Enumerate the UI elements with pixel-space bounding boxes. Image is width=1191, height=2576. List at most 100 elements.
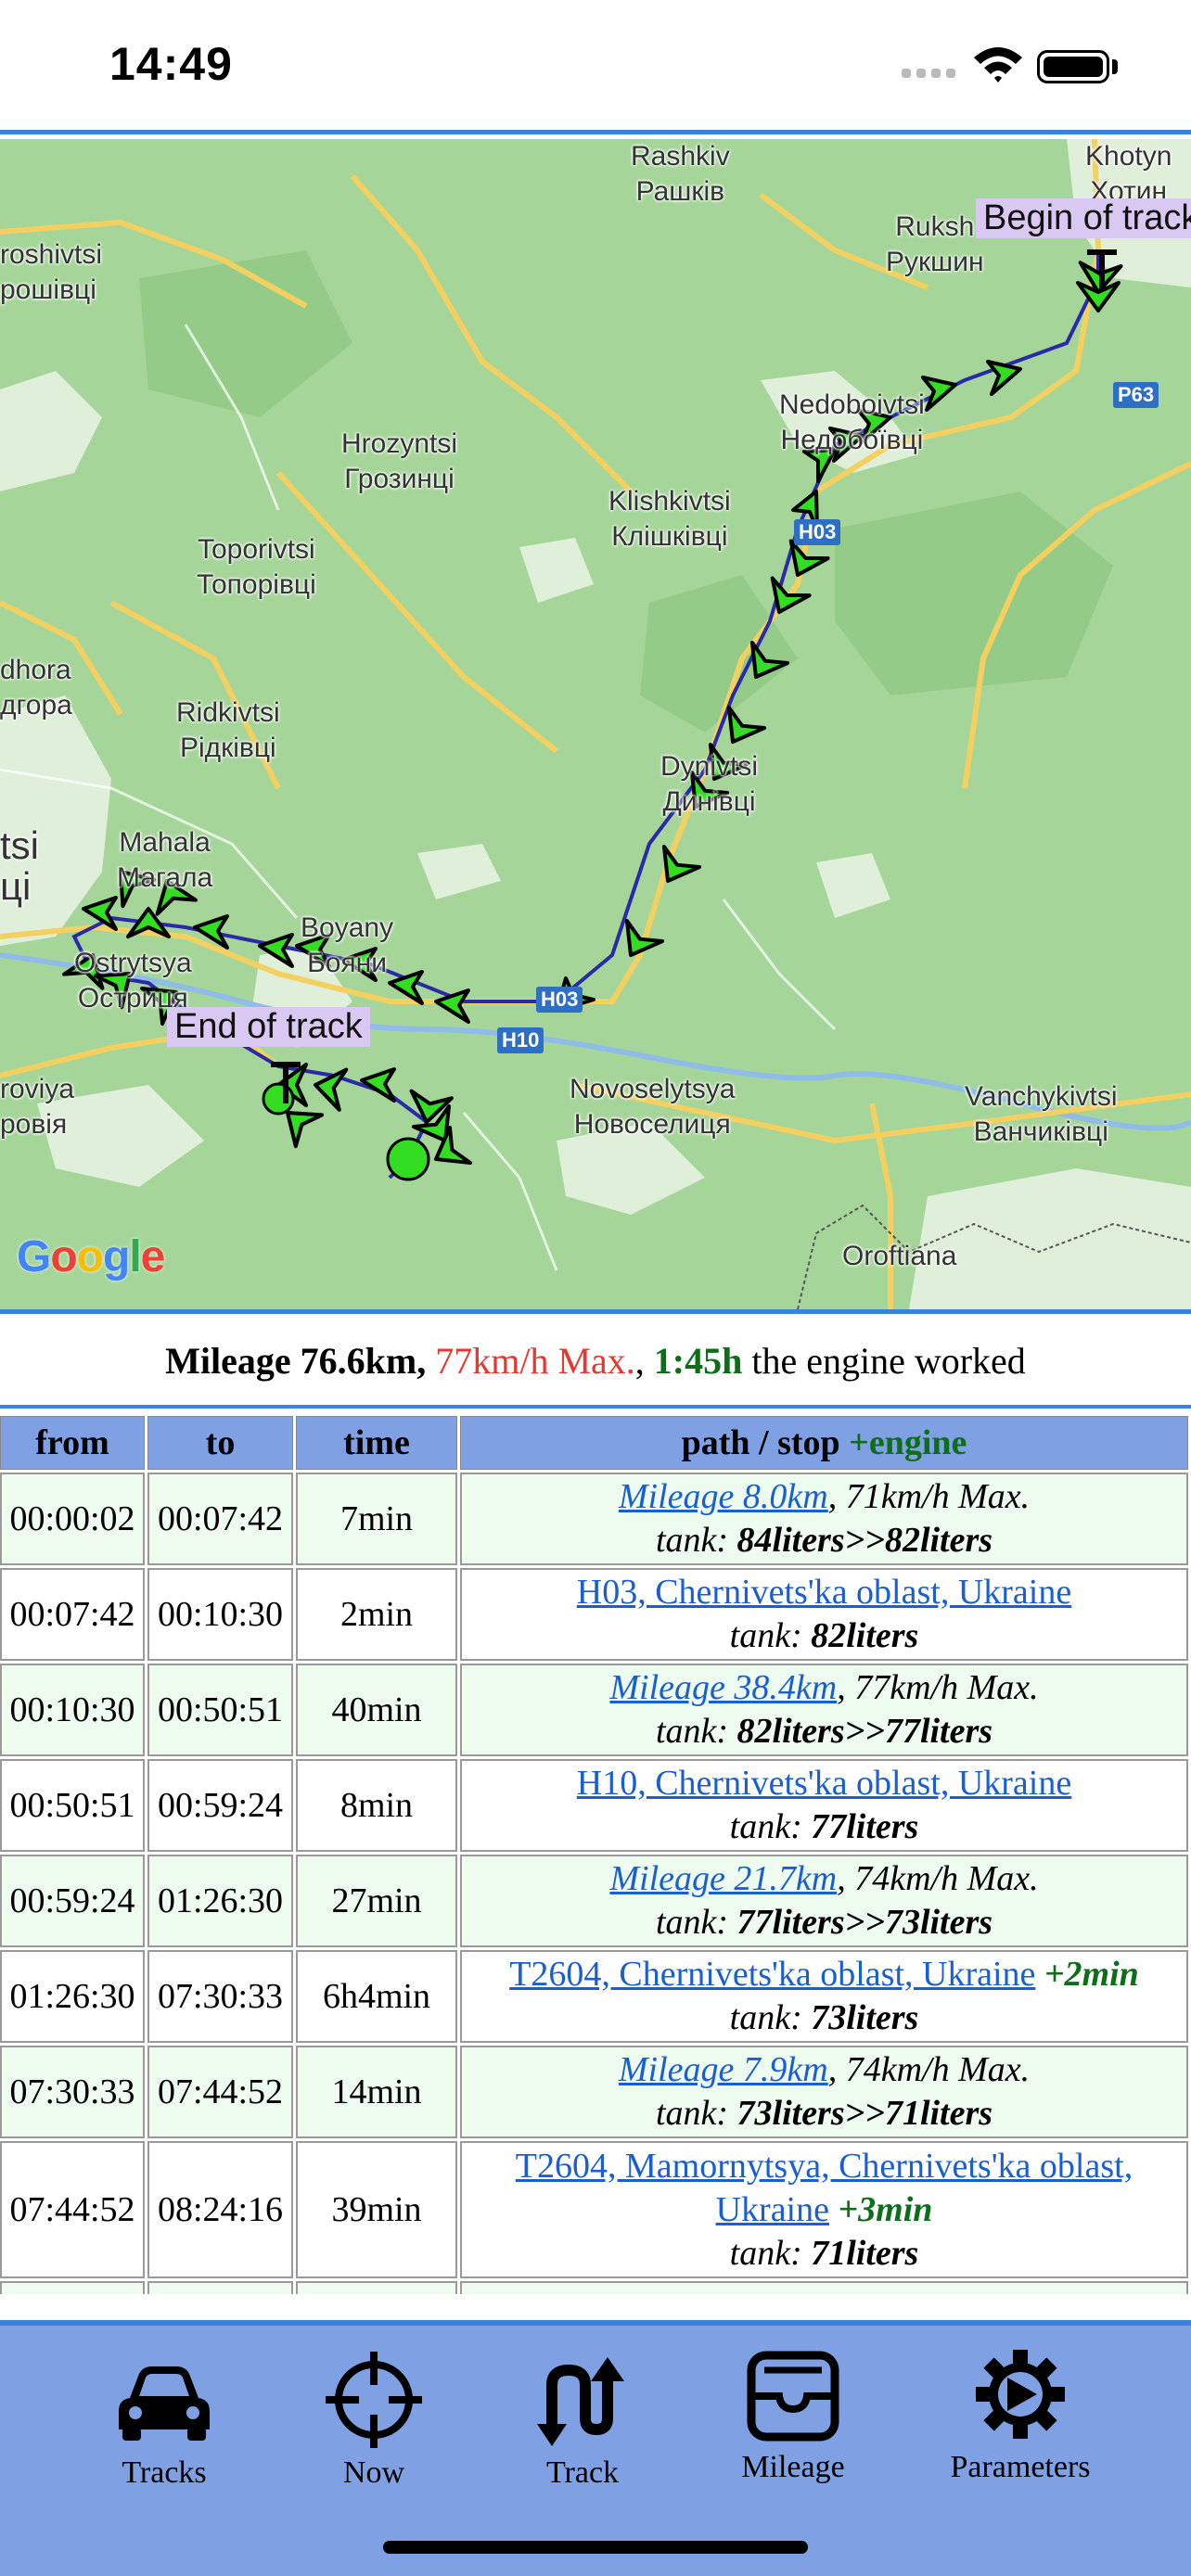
cell-path: T2604, Mamornytsya, Chernivets'ka oblast… xyxy=(460,2141,1188,2278)
path-detail: , 77km/h Max. xyxy=(837,1668,1039,1707)
car-icon xyxy=(119,2366,210,2441)
tab-now[interactable]: Now xyxy=(323,2344,425,2491)
tank-label: tank: xyxy=(655,1903,729,1942)
wifi-icon xyxy=(974,47,1022,83)
cell-path: Mileage 21.7km, 74km/h Max. tank: 77liter… xyxy=(460,1855,1188,1947)
tank-value: 82liters>>77liters xyxy=(736,1712,993,1751)
table-row: 07:44:52 08:24:16 39min T2604, Mamornytsya,… xyxy=(0,2141,1188,2278)
cell-from: 07:30:33 xyxy=(0,2046,145,2138)
map-place: Ruksh Рукшин xyxy=(886,211,984,277)
road-shield: H10 xyxy=(497,1027,544,1053)
table-row: 00:50:51 00:59:24 8min H10, Chernivets'ka o… xyxy=(0,1759,1188,1852)
status-time: 14:49 xyxy=(109,38,233,90)
home-indicator xyxy=(383,2541,808,2554)
map-place: roshivtsi рошівці xyxy=(0,239,103,305)
cell-from: 01:26:30 xyxy=(0,1950,145,2043)
cell-from: 00:50:51 xyxy=(0,1759,145,1852)
cell-time: 14min xyxy=(296,2046,457,2138)
tab-mileage[interactable]: Mileage xyxy=(733,2339,853,2485)
map-place: Boyany Бояни xyxy=(301,912,394,978)
path-link[interactable]: H10, Chernivets'ka oblast, Ukraine xyxy=(577,1764,1071,1803)
map-bottom-border xyxy=(0,1309,1191,1314)
table-row: 01:26:30 07:30:33 6h4min T2604, Chernivets'… xyxy=(0,1950,1188,2043)
tab-track[interactable]: Track xyxy=(531,2344,634,2491)
path-link[interactable]: Mileage 7.9km xyxy=(619,2050,828,2089)
cell-to xyxy=(147,2281,293,2294)
summary-max-speed: 77km/h Max. xyxy=(435,1340,635,1382)
header-to: to xyxy=(147,1416,293,1470)
path-link[interactable]: H03, Chernivets'ka oblast, Ukraine xyxy=(577,1573,1071,1612)
cell-from: 00:07:42 xyxy=(0,1568,145,1661)
tank-label: tank: xyxy=(655,1521,729,1560)
tank-label: tank: xyxy=(729,1807,802,1846)
tank-label: tank: xyxy=(655,2094,729,2133)
path-link[interactable]: Mileage 8.0km xyxy=(619,1477,828,1516)
table-row: 00:59:24 01:26:30 27min Mileage 21.7km, 74k… xyxy=(0,1855,1188,1947)
tank-value: 84liters>>82liters xyxy=(736,1521,993,1560)
engine-extra: +3min xyxy=(838,2189,933,2229)
cell-time: 40min xyxy=(296,1664,457,1756)
header-time: time xyxy=(296,1416,457,1470)
trip-table: from to time path / stop +engine 00:00:0… xyxy=(0,1413,1191,2294)
tank-value: 71liters xyxy=(811,2233,919,2273)
cell-to: 08:24:16 xyxy=(147,2141,293,2278)
cell-to: 00:50:51 xyxy=(147,1664,293,1756)
google-logo: Google xyxy=(17,1232,165,1282)
summary-engine-text: the engine worked xyxy=(751,1340,1026,1382)
cell-path: Mileage 0.1km, 16km/h Max. xyxy=(460,2281,1188,2294)
end-of-track-label: End of track xyxy=(167,1007,370,1047)
cell-time: 27min xyxy=(296,1855,457,1947)
crosshair-icon xyxy=(326,2352,422,2448)
table-row: 00:10:30 00:50:51 40min Mileage 38.4km, 77k… xyxy=(0,1664,1188,1756)
map-place: Toporivtsi Топорівці xyxy=(197,534,316,600)
path-link[interactable]: Mileage 21.7km xyxy=(609,1859,837,1898)
road-shield: H03 xyxy=(794,519,841,545)
tray-box-icon xyxy=(747,2351,839,2442)
gear-icon xyxy=(976,2350,1065,2439)
battery-icon xyxy=(1037,50,1109,83)
map-place: Ridkivtsi Рідківці xyxy=(176,697,280,763)
road-shield: P63 xyxy=(1113,382,1159,408)
route-arrows-icon xyxy=(537,2357,624,2446)
cell-to: 00:10:30 xyxy=(147,1568,293,1661)
cell-path: H03, Chernivets'ka oblast, Ukraine tank: … xyxy=(460,1568,1188,1661)
path-link[interactable]: T2604, Mamornytsya, Chernivets'ka oblast… xyxy=(516,2147,1133,2229)
cell-to: 00:59:24 xyxy=(147,1759,293,1852)
tank-value: 73liters>>71liters xyxy=(736,2094,993,2133)
road-shield: H03 xyxy=(536,987,583,1013)
battery-tip xyxy=(1112,59,1118,74)
header-path: path / stop +engine xyxy=(460,1416,1188,1470)
tab-parameters[interactable]: Parameters xyxy=(937,2339,1104,2485)
tank-value: 77liters xyxy=(811,1807,919,1846)
cell-to: 07:30:33 xyxy=(147,1950,293,2043)
cell-from: 00:59:24 xyxy=(0,1855,145,1947)
map-top-border xyxy=(0,130,1191,134)
summary-border xyxy=(0,1405,1191,1409)
tank-label: tank: xyxy=(729,2233,802,2273)
engine-extra: +2min xyxy=(1044,1955,1139,1994)
map-place: Ostrytsya Остриця xyxy=(74,948,192,1014)
map-view[interactable]: Rashkiv Рашків Khotyn Хотин Ruksh Рукшин ro… xyxy=(0,139,1191,1309)
cell-to: 07:44:52 xyxy=(147,2046,293,2138)
path-link[interactable]: T2604, Chernivets'ka oblast, Ukraine xyxy=(509,1955,1035,1994)
tank-label: tank: xyxy=(729,1616,802,1655)
map-place: Mahala Магала xyxy=(117,827,213,893)
status-bar: 14:49 xyxy=(0,0,1191,130)
cellular-signal-icon xyxy=(902,69,955,78)
map-place: Rashkiv Рашків xyxy=(631,141,730,207)
cell-from xyxy=(0,2281,145,2294)
trip-table-scroll[interactable]: from to time path / stop +engine 00:00:0… xyxy=(0,1413,1191,2294)
summary-mileage: Mileage 76.6km, xyxy=(165,1340,427,1382)
cell-from: 00:00:02 xyxy=(0,1473,145,1565)
begin-of-track-label: Begin of track xyxy=(976,198,1191,238)
path-detail: , 71km/h Max. xyxy=(827,1477,1031,1516)
path-detail: , 74km/h Max. xyxy=(827,2050,1031,2089)
tab-tracks[interactable]: Tracks xyxy=(113,2344,215,2491)
map-place: tsi ці xyxy=(0,823,39,908)
trip-summary: Mileage 76.6km, 77km/h Max., 1:45h the e… xyxy=(165,1340,1026,1382)
cell-time: 7min xyxy=(296,1473,457,1565)
map-place: Nedoboivtsi Недобоївці xyxy=(779,389,925,455)
cell-time xyxy=(296,2281,457,2294)
map-place: Klishkivtsi Клішківці xyxy=(608,486,731,552)
path-link[interactable]: Mileage 38.4km xyxy=(609,1668,837,1707)
